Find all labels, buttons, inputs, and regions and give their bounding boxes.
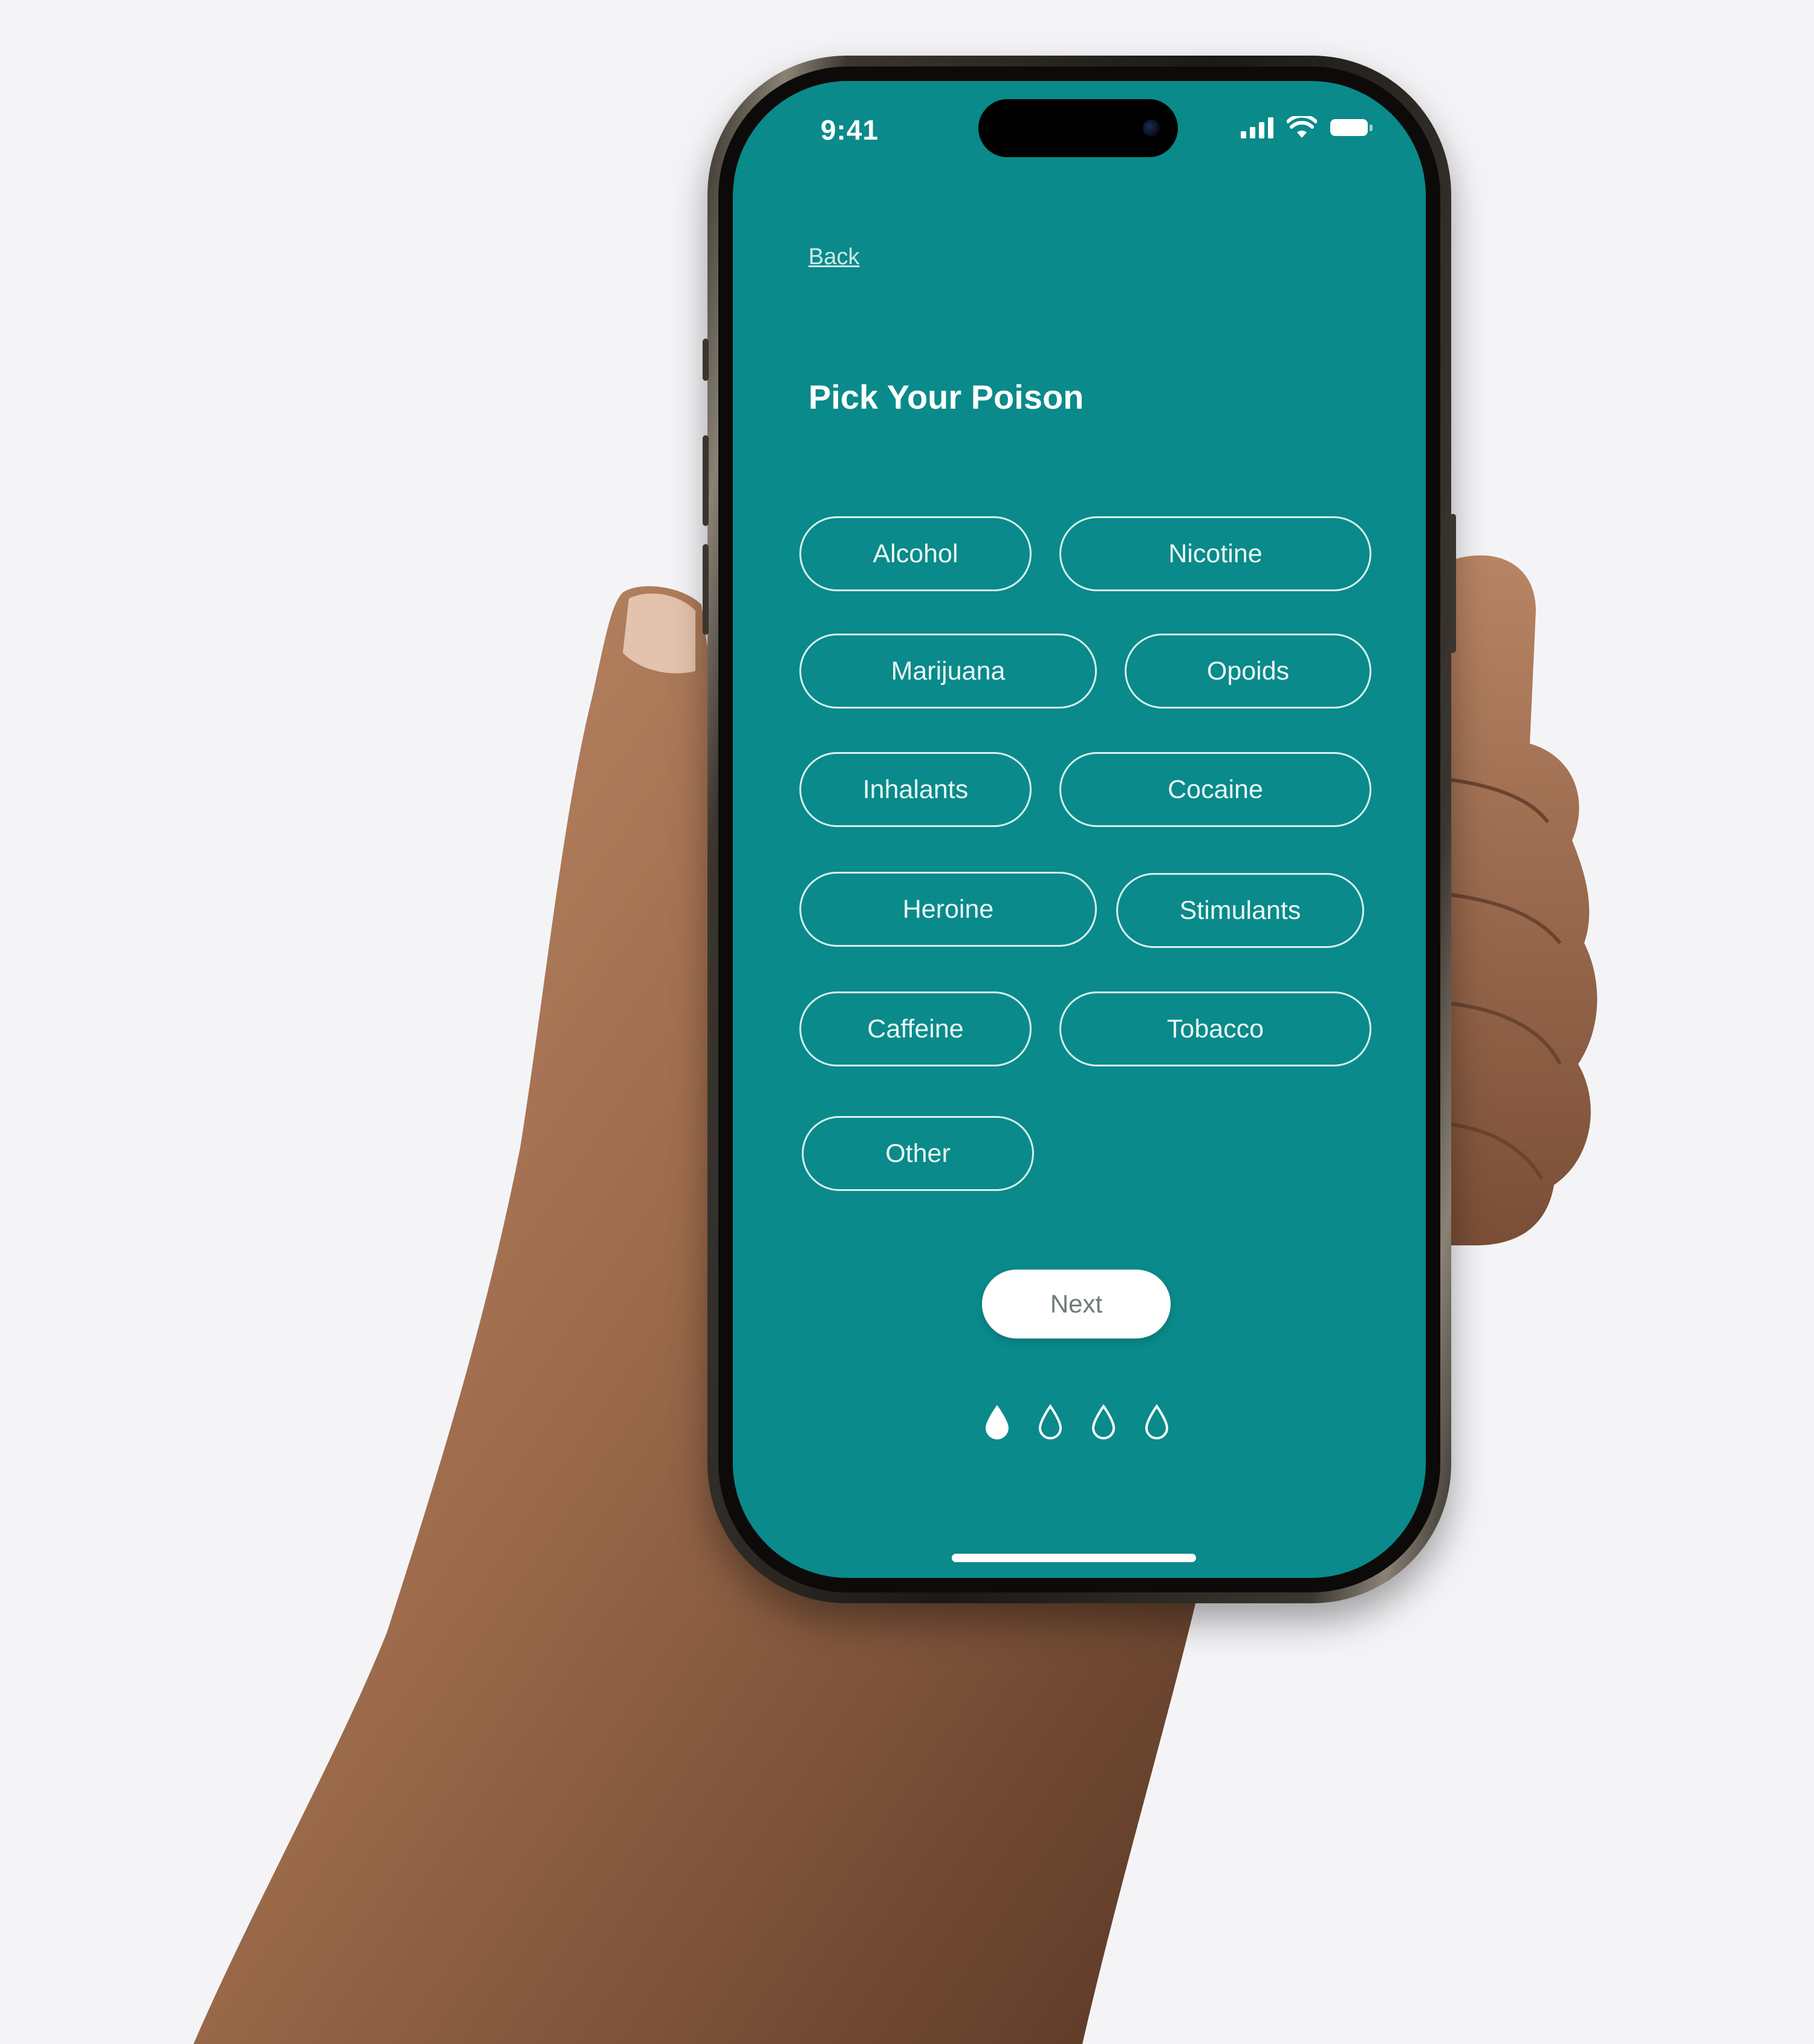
page-title: Pick Your Poison <box>808 378 1084 416</box>
option-cocaine[interactable]: Cocaine <box>1059 752 1371 827</box>
pagination-indicator <box>982 1403 1172 1441</box>
status-time: 9:41 <box>821 114 879 146</box>
scene: 9:41 Back Pick Your Poison Alcohol Nicot… <box>0 0 1814 2044</box>
wifi-icon <box>1287 116 1317 138</box>
action-button <box>703 339 709 381</box>
step-2-drop-icon <box>1038 1404 1062 1439</box>
cellular-signal-icon <box>1241 117 1273 138</box>
step-4-drop-icon <box>1145 1404 1169 1439</box>
option-stimulants[interactable]: Stimulants <box>1116 873 1364 948</box>
option-inhalants[interactable]: Inhalants <box>799 752 1032 827</box>
option-other[interactable]: Other <box>802 1116 1034 1191</box>
option-alcohol[interactable]: Alcohol <box>799 516 1032 591</box>
back-link[interactable]: Back <box>808 244 859 270</box>
dynamic-island <box>978 99 1178 157</box>
battery-icon <box>1330 119 1373 136</box>
option-tobacco[interactable]: Tobacco <box>1059 991 1371 1066</box>
option-opoids[interactable]: Opoids <box>1125 634 1371 709</box>
option-caffeine[interactable]: Caffeine <box>799 991 1032 1066</box>
front-camera-icon <box>1143 120 1160 137</box>
power-button <box>1450 514 1456 653</box>
home-indicator[interactable] <box>952 1554 1196 1562</box>
volume-down-button <box>703 544 709 635</box>
status-icons <box>1241 116 1373 139</box>
option-heroine[interactable]: Heroine <box>799 872 1097 947</box>
phone-screen: 9:41 Back Pick Your Poison Alcohol Nicot… <box>733 81 1426 1578</box>
next-button[interactable]: Next <box>982 1270 1171 1338</box>
volume-up-button <box>703 435 709 526</box>
option-nicotine[interactable]: Nicotine <box>1059 516 1371 591</box>
step-1-drop-icon <box>986 1405 1009 1439</box>
step-3-drop-icon <box>1091 1404 1116 1439</box>
option-marijuana[interactable]: Marijuana <box>799 634 1097 709</box>
